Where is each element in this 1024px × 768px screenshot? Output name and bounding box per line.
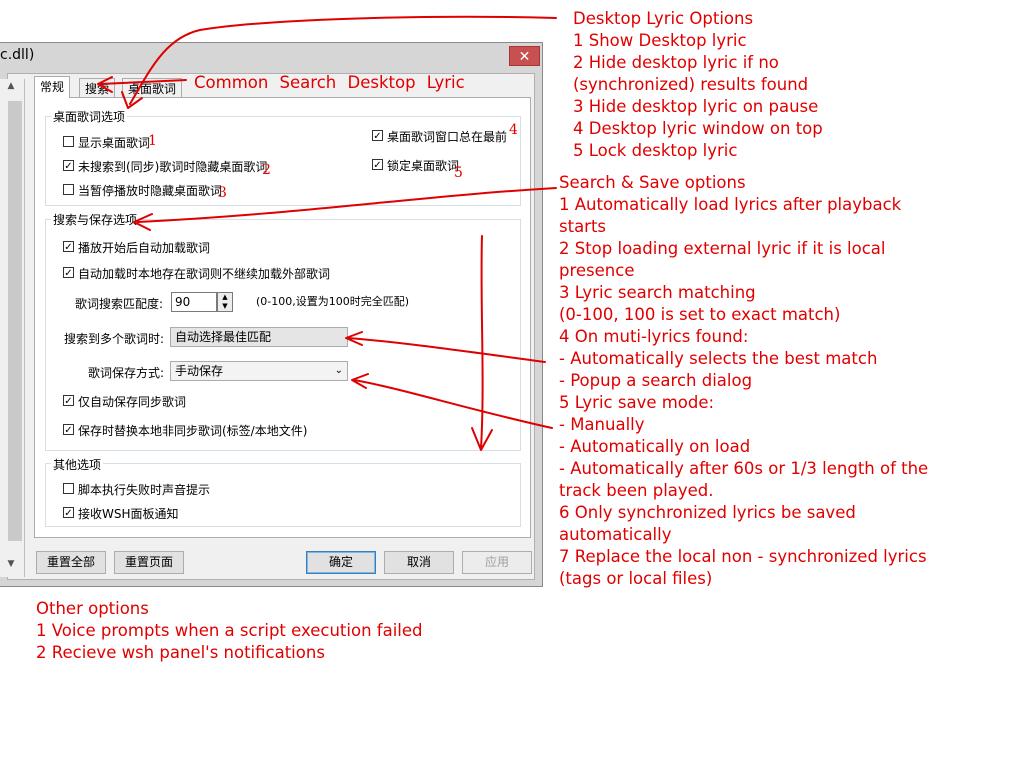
- annotation-line: automatically: [559, 525, 672, 544]
- window-on-top-label: 桌面歌词窗口总在最前: [387, 130, 508, 144]
- annotation-line: 4 On muti-lyrics found:: [559, 327, 749, 346]
- tab-general[interactable]: 常规: [34, 76, 71, 98]
- autoload-label: 播放开始后自动加载歌词: [78, 241, 211, 255]
- annotation-line: - Automatically after 60s or 1/3 length …: [559, 459, 929, 478]
- multi-lyrics-select-value: 自动选择最佳匹配: [175, 330, 272, 344]
- show-desktop-lyric-checkbox[interactable]: [63, 136, 74, 147]
- annotation-line: 1 Automatically load lyrics after playba…: [559, 195, 902, 214]
- autoload-checkbox[interactable]: ✓: [63, 241, 74, 253]
- hide-no-sync-checkbox[interactable]: ✓: [63, 160, 74, 172]
- desktop-lyric-group-title: 桌面歌词选项: [51, 108, 128, 125]
- annotation-line: (synchronized) results found: [573, 75, 809, 94]
- match-degree-label: 歌词搜索匹配度:: [75, 297, 164, 311]
- annotation-number-1: 1: [148, 133, 157, 149]
- wsh-notify-label: 接收WSH面板通知: [78, 507, 179, 521]
- voice-prompt-checkbox[interactable]: [63, 483, 74, 494]
- apply-button[interactable]: 应用: [462, 551, 532, 574]
- annotation-line: 3 Lyric search matching: [559, 283, 756, 302]
- lock-desktop-lyric-checkbox[interactable]: ✓: [372, 159, 383, 171]
- annotation-line: presence: [559, 261, 635, 280]
- window-title: c.dll): [0, 47, 35, 63]
- annotation-line: Search & Save options: [559, 173, 746, 192]
- annotation-number-4: 4: [509, 122, 518, 138]
- scroll-thumb[interactable]: [8, 101, 22, 541]
- match-degree-hint: (0-100,设置为100时完全匹配): [256, 295, 410, 308]
- annotation-number-5: 5: [454, 165, 463, 181]
- tab-search[interactable]: 搜索: [79, 78, 116, 98]
- search-save-group-title: 搜索与保存选项: [51, 211, 140, 228]
- search-save-options-annotation: Search & Save options 1 Automatically lo…: [559, 172, 928, 590]
- left-scrollbar[interactable]: ▲ ▼: [0, 79, 25, 577]
- annotation-line: 5 Lyric save mode:: [559, 393, 715, 412]
- annotation-line: - Popup a search dialog: [559, 371, 753, 390]
- cancel-button[interactable]: 取消: [384, 551, 454, 574]
- save-mode-select[interactable]: 手动保存 ⌄: [170, 361, 348, 381]
- annotation-line: - Manually: [559, 415, 645, 434]
- desktop-lyric-options-annotation: Desktop Lyric Options 1 Show Desktop lyr…: [573, 8, 823, 162]
- wsh-notify-checkbox[interactable]: ✓: [63, 507, 74, 519]
- annotation-line: 4 Desktop lyric window on top: [573, 119, 823, 138]
- voice-prompt-label: 脚本执行失败时声音提示: [78, 483, 211, 497]
- annotation-line: 2 Stop loading external lyric if it is l…: [559, 239, 886, 258]
- hide-on-pause-checkbox[interactable]: [63, 184, 74, 195]
- match-degree-stepper[interactable]: ▲ ▼: [217, 292, 233, 312]
- other-options-annotation: Other options 1 Voice prompts when a scr…: [36, 598, 423, 664]
- annotation-line: 5 Lock desktop lyric: [573, 141, 738, 160]
- save-mode-select-value: 手动保存: [175, 364, 224, 378]
- annotation-line: 2 Hide desktop lyric if no: [573, 53, 779, 72]
- annotation-line: (0-100, 100 is set to exact match): [559, 305, 841, 324]
- scroll-up-arrow-icon[interactable]: ▲: [2, 81, 20, 95]
- match-degree-input[interactable]: 90: [171, 292, 217, 312]
- multi-lyrics-label: 搜索到多个歌词时:: [64, 332, 165, 346]
- lock-desktop-lyric-label: 锁定桌面歌词: [387, 159, 460, 173]
- chevron-down-icon: ⌄: [334, 365, 343, 376]
- annotation-number-2: 2: [262, 162, 271, 178]
- annotation-line: 3 Hide desktop lyric on pause: [573, 97, 819, 116]
- multi-lyrics-select[interactable]: 自动选择最佳匹配: [170, 327, 348, 347]
- show-desktop-lyric-label: 显示桌面歌词: [78, 136, 151, 150]
- only-sync-label: 仅自动保存同步歌词: [78, 395, 187, 409]
- ok-button[interactable]: 确定: [306, 551, 376, 574]
- stop-external-checkbox[interactable]: ✓: [63, 267, 74, 279]
- annotation-line: 1 Voice prompts when a script execution …: [36, 621, 423, 640]
- annotation-line: track been played.: [559, 481, 714, 500]
- reset-all-button[interactable]: 重置全部: [36, 551, 106, 574]
- scroll-down-arrow-icon[interactable]: ▼: [2, 559, 20, 573]
- annotation-line: (tags or local files): [559, 569, 713, 588]
- annotation-line: 7 Replace the local non - synchronized l…: [559, 547, 927, 566]
- annotation-number-3: 3: [218, 185, 227, 201]
- annotation-line: Desktop Lyric Options: [573, 9, 754, 28]
- replace-local-checkbox[interactable]: ✓: [63, 424, 74, 436]
- annotation-line: starts: [559, 217, 607, 236]
- tab-desktop-lyric[interactable]: 桌面歌词: [122, 78, 183, 98]
- annotation-line: - Automatically selects the best match: [559, 349, 878, 368]
- other-options-group-title: 其他选项: [51, 456, 104, 473]
- hide-no-sync-label: 未搜索到(同步)歌词时隐藏桌面歌词: [78, 160, 268, 174]
- reset-page-button[interactable]: 重置页面: [114, 551, 184, 574]
- replace-local-label: 保存时替换本地非同步歌词(标签/本地文件): [78, 424, 308, 438]
- annotation-line: 6 Only synchronized lyrics be saved: [559, 503, 856, 522]
- annotation-line: 1 Show Desktop lyric: [573, 31, 747, 50]
- close-button[interactable]: ✕: [509, 46, 540, 66]
- only-sync-checkbox[interactable]: ✓: [63, 395, 74, 407]
- tab-names-annotation: Common Search Desktop Lyric: [194, 73, 465, 92]
- save-mode-label: 歌词保存方式:: [88, 366, 165, 380]
- stop-external-label: 自动加载时本地存在歌词则不继续加载外部歌词: [78, 267, 331, 281]
- annotation-line: - Automatically on load: [559, 437, 751, 456]
- annotation-line: Other options: [36, 599, 149, 618]
- window-on-top-checkbox[interactable]: ✓: [372, 130, 383, 142]
- annotation-line: 2 Recieve wsh panel's notifications: [36, 643, 325, 662]
- hide-on-pause-label: 当暂停播放时隐藏桌面歌词: [78, 184, 223, 198]
